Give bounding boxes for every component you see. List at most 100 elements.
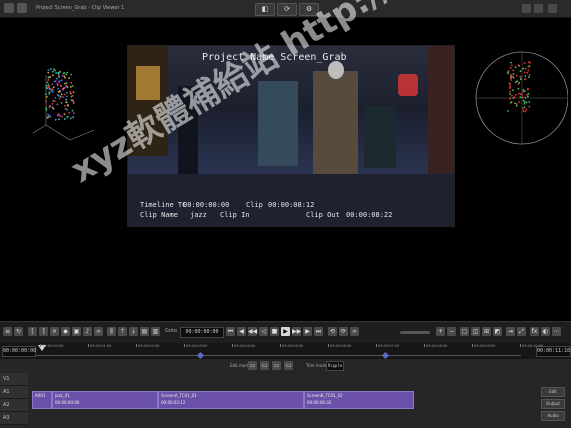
vectorscope-point (510, 76, 512, 78)
go-start-button[interactable]: ⏮ (226, 327, 235, 336)
viewer-mode-button[interactable]: ◧ (255, 3, 275, 16)
scope-point (48, 85, 51, 87)
insert-button[interactable]: ▥ (151, 327, 160, 336)
scope-point (66, 116, 68, 118)
snapshot-button[interactable]: ▣ (72, 327, 81, 336)
trim-mode-label: Trim mode (306, 363, 328, 368)
output-button[interactable]: ⇥ (506, 327, 515, 336)
scope-point (54, 97, 57, 99)
mark-in-button[interactable]: [ (28, 327, 37, 336)
play-button[interactable]: ▶ (281, 327, 290, 336)
edit-panel-button[interactable]: Edit (541, 387, 565, 397)
output-panel-button[interactable]: Output (541, 399, 565, 409)
overwrite-button[interactable]: ▤ (140, 327, 149, 336)
track-header-v1[interactable]: V1 (0, 373, 28, 386)
vectorscope-point (522, 107, 524, 110)
overlay-clip-name-value: jazz (190, 211, 207, 219)
next-frame-button[interactable]: ▶ (303, 327, 312, 336)
scope-point (64, 107, 67, 110)
scope-point (56, 114, 59, 117)
mark-out-button[interactable]: ] (39, 327, 48, 336)
go-end-button[interactable]: ⏭ (314, 327, 323, 336)
trim-mode-select[interactable]: Ripple (326, 361, 344, 371)
fullscreen-button[interactable]: ⤢ (517, 327, 526, 336)
ruler-tick-label: 00:00:07:00 (378, 344, 400, 348)
vectorscope-point (528, 76, 530, 79)
track-header-a1[interactable]: A1 (0, 386, 28, 399)
view-single-button[interactable]: ▢ (460, 327, 469, 336)
ruler-tick (424, 344, 425, 347)
view-wipe-button[interactable]: ◩ (493, 327, 502, 336)
zoom-slider[interactable] (400, 331, 430, 334)
jog-button[interactable]: ⟳ (339, 327, 348, 336)
loop-icon[interactable]: ↻ (14, 327, 23, 336)
scope-point (52, 86, 55, 89)
extract-button[interactable]: ⇣ (129, 327, 138, 336)
audio-button[interactable]: ♪ (83, 327, 92, 336)
play-reverse-button[interactable]: ◁ (259, 327, 268, 336)
scope-point (73, 112, 75, 114)
app-grid-icon[interactable] (17, 3, 27, 13)
vectorscope-point (509, 90, 511, 93)
scope-point (65, 91, 68, 94)
timeline-clip-1[interactable]: A001 (32, 391, 52, 409)
scope-point (64, 76, 66, 79)
link-button[interactable]: ∞ (94, 327, 103, 336)
view-quad-button[interactable]: ⊞ (482, 327, 491, 336)
stop-button[interactable]: ■ (270, 327, 279, 336)
scope-point (51, 103, 54, 105)
vectorscope-point (522, 67, 525, 70)
current-timecode-field[interactable]: 00:00:00:00 (2, 346, 36, 357)
scope-point (72, 102, 75, 105)
rewind-button[interactable]: ◀◀ (248, 327, 257, 336)
scope-point (49, 116, 52, 118)
edit-mode-button-3[interactable]: ▭ (272, 361, 281, 370)
edit-mode-button-1[interactable]: ▭ (248, 361, 257, 370)
loop-play-button[interactable]: ∞ (350, 327, 359, 336)
vectorscope-point (513, 96, 516, 99)
shuttle-button[interactable]: ⟲ (328, 327, 337, 336)
clear-marks-button[interactable]: × (50, 327, 59, 336)
scope-point (72, 116, 74, 119)
ruler-marker-2[interactable] (381, 351, 390, 360)
vectorscope-point (524, 75, 527, 77)
more-button[interactable]: ⋯ (552, 327, 561, 336)
close-icon[interactable] (548, 4, 557, 13)
menu-icon[interactable]: ≡ (3, 327, 12, 336)
prev-frame-button[interactable]: ◀ (237, 327, 246, 336)
panels-icon[interactable] (534, 4, 543, 13)
scope-point (53, 80, 56, 83)
ruler-tick-label: 00:00:03:00 (186, 344, 208, 348)
fx-button[interactable]: fx (530, 327, 539, 336)
lift-button[interactable]: ⇡ (118, 327, 127, 336)
overlay-timeline-tc-label: Timeline TC (140, 201, 187, 209)
zoom-out-button[interactable]: − (447, 327, 456, 336)
edit-mode-button-2[interactable]: ▭ (260, 361, 269, 370)
ruler-tick-label: 00:00:06:00 (330, 344, 352, 348)
track-header-a3[interactable]: A3 (0, 412, 28, 425)
audio-panel-button[interactable]: Audio (541, 411, 565, 421)
add-marker-button[interactable]: ◆ (61, 327, 70, 336)
scope-point (60, 95, 62, 98)
track-header-a2[interactable]: A2 (0, 399, 28, 412)
scope-point (57, 118, 60, 121)
goto-timecode-field[interactable]: 00:00:00:00 (180, 327, 224, 338)
ruler-marker-1[interactable] (196, 351, 205, 360)
vectorscope-point (522, 99, 525, 102)
vectorscope-point (518, 101, 520, 103)
timeline-clip-3[interactable]: ScreenA_TC01_01 00:00:03:12 (158, 391, 304, 409)
timeline-clip-2[interactable]: jazz_01 00:00:00:00 (52, 391, 158, 409)
fast-forward-button[interactable]: ▶▶ (292, 327, 301, 336)
grade-button[interactable]: ◐ (541, 327, 550, 336)
split-button[interactable]: ⫼ (107, 327, 116, 336)
layout-icon[interactable] (522, 4, 531, 13)
edit-mode-button-4[interactable]: ▭ (284, 361, 293, 370)
view-split-button[interactable]: ◫ (471, 327, 480, 336)
ruler-baseline (36, 355, 521, 356)
scope-point (45, 84, 48, 87)
scope-point (65, 95, 68, 98)
scope-point (47, 116, 50, 119)
app-menu-icon[interactable] (4, 3, 14, 13)
timeline-clip-4[interactable]: ScreenB_TC01_02 00:00:06:02 (304, 391, 414, 409)
zoom-in-button[interactable]: + (436, 327, 445, 336)
